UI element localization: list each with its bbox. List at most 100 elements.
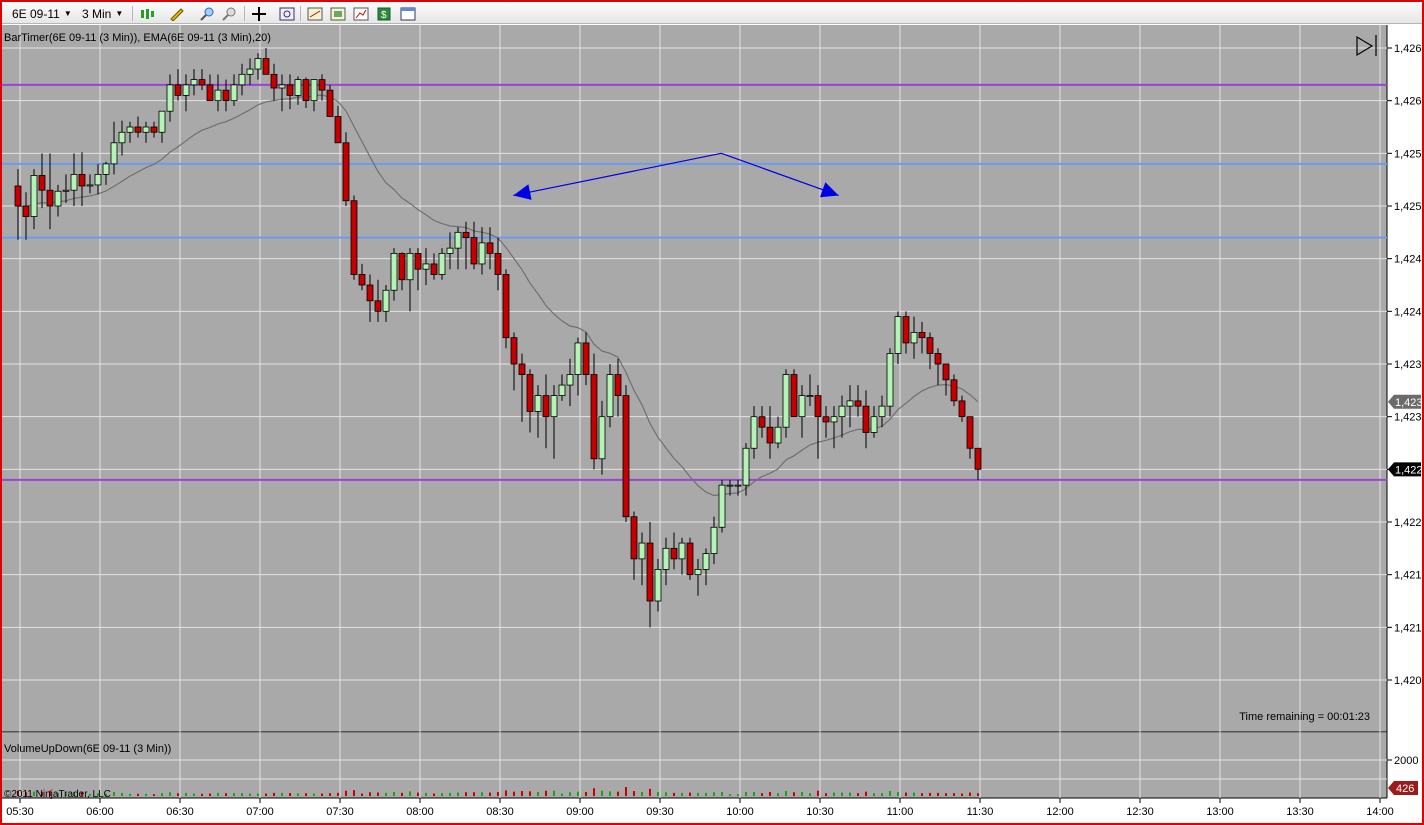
candle-up: [438, 252, 446, 275]
candle-up: [638, 542, 646, 560]
candle-down: [510, 337, 518, 365]
x-tick-label: 12:00: [1046, 806, 1074, 818]
candle-down: [470, 237, 478, 265]
y-tick-label: 1,424: [1394, 254, 1422, 266]
candle-up: [774, 426, 782, 444]
candle-up: [110, 142, 118, 165]
candle-up: [910, 331, 918, 344]
candle-up: [238, 73, 246, 86]
candle-up: [846, 400, 854, 407]
candle-down: [358, 274, 366, 286]
candle-up: [230, 84, 238, 102]
x-tick-label: 07:30: [326, 806, 354, 818]
candle-up: [126, 126, 134, 133]
candle-down: [926, 337, 934, 354]
candle-down: [622, 395, 630, 518]
x-tick-label: 07:00: [246, 806, 274, 818]
x-tick-label: 11:00: [887, 806, 914, 818]
candle-down: [790, 374, 798, 418]
candle-up: [390, 252, 398, 291]
candle-up: [718, 484, 726, 528]
candle-down: [38, 175, 46, 191]
x-tick-label: 14:00: [1366, 806, 1394, 818]
candle-down: [174, 84, 182, 96]
candle-down: [494, 252, 502, 275]
candle-up: [838, 405, 846, 418]
candle-down: [326, 89, 334, 117]
candle-down: [318, 79, 326, 91]
candle-up: [558, 384, 566, 397]
x-tick-label: 06:30: [166, 806, 194, 818]
copyright-text: ©2011 NinjaTrader, LLC: [4, 789, 111, 800]
x-tick-label: 13:30: [1286, 806, 1314, 818]
candle-up: [158, 110, 166, 133]
x-tick-label: 08:00: [406, 806, 434, 818]
y-tick-label: 1,423: [1394, 359, 1422, 371]
candle-down: [686, 542, 694, 576]
candle-up: [694, 569, 702, 576]
candle-down: [430, 263, 438, 275]
chart-canvas: 1,426 1,426 1,425 1,425 1,424 1,424 1,423 1,423…: [2, 25, 1423, 823]
y-tick-label: 1,421: [1394, 570, 1422, 582]
candle-up: [782, 374, 790, 428]
candle-up: [566, 374, 574, 386]
candle-up: [406, 252, 414, 281]
candle-up: [118, 131, 126, 144]
candle-down: [958, 400, 966, 418]
candle-up: [534, 395, 542, 412]
x-tick-label: 11:30: [967, 806, 994, 818]
volume-axis-label: 2000: [1394, 755, 1418, 767]
candle-down: [918, 331, 926, 339]
candle-down: [374, 300, 382, 312]
candle-down: [950, 379, 958, 402]
candle-down: [766, 426, 774, 444]
x-tick-label: 06:00: [86, 806, 114, 818]
candle-down: [646, 542, 654, 602]
x-tick-label: 12:30: [1126, 806, 1154, 818]
candle-up: [878, 405, 886, 418]
candle-down: [150, 126, 158, 133]
candle-down: [462, 231, 470, 238]
x-tick-label: 09:30: [646, 806, 674, 818]
price-panel-background: [2, 25, 1387, 732]
y-tick-label: 1,424: [1394, 306, 1422, 318]
candle-down: [630, 516, 638, 560]
candle-up: [702, 553, 710, 570]
candle-down: [974, 447, 982, 470]
candle-down: [758, 416, 766, 428]
candle-up: [62, 189, 70, 192]
candle-down: [854, 400, 862, 407]
candle-down: [14, 185, 22, 207]
candle-down: [46, 189, 54, 207]
candle-up: [598, 416, 606, 460]
candle-up: [86, 184, 94, 187]
x-tick-label: 05:30: [6, 806, 34, 818]
candle-down: [222, 89, 230, 102]
candle-up: [798, 395, 806, 418]
volume-current-badge: 426: [1388, 781, 1418, 795]
candle-up: [246, 68, 254, 75]
x-tick-label: 08:30: [486, 806, 514, 818]
y-tick-label: 1,422: [1394, 517, 1422, 529]
candle-up: [454, 231, 462, 249]
candle-down: [902, 316, 910, 344]
y-tick-label: 1,426: [1394, 43, 1422, 55]
candle-down: [302, 79, 310, 102]
candle-up: [30, 175, 38, 217]
x-tick-label: 10:00: [726, 806, 754, 818]
candle-down: [198, 79, 206, 86]
candle-up: [294, 79, 302, 96]
candle-up: [662, 547, 670, 570]
candle-up: [214, 89, 222, 102]
volume-current-badge-text: 426: [1396, 783, 1414, 795]
candle-up: [142, 126, 150, 133]
y-tick-label: 1,425: [1394, 201, 1422, 213]
candle-down: [814, 395, 822, 418]
time-remaining: Time remaining = 00:01:23: [1239, 711, 1370, 723]
y-tick-label: 1,420: [1394, 675, 1422, 687]
candle-up: [886, 353, 894, 407]
candle-up: [182, 84, 190, 96]
candle-down: [342, 142, 350, 202]
candle-down: [334, 116, 342, 144]
price-badge-text: 1,422: [1395, 464, 1423, 476]
